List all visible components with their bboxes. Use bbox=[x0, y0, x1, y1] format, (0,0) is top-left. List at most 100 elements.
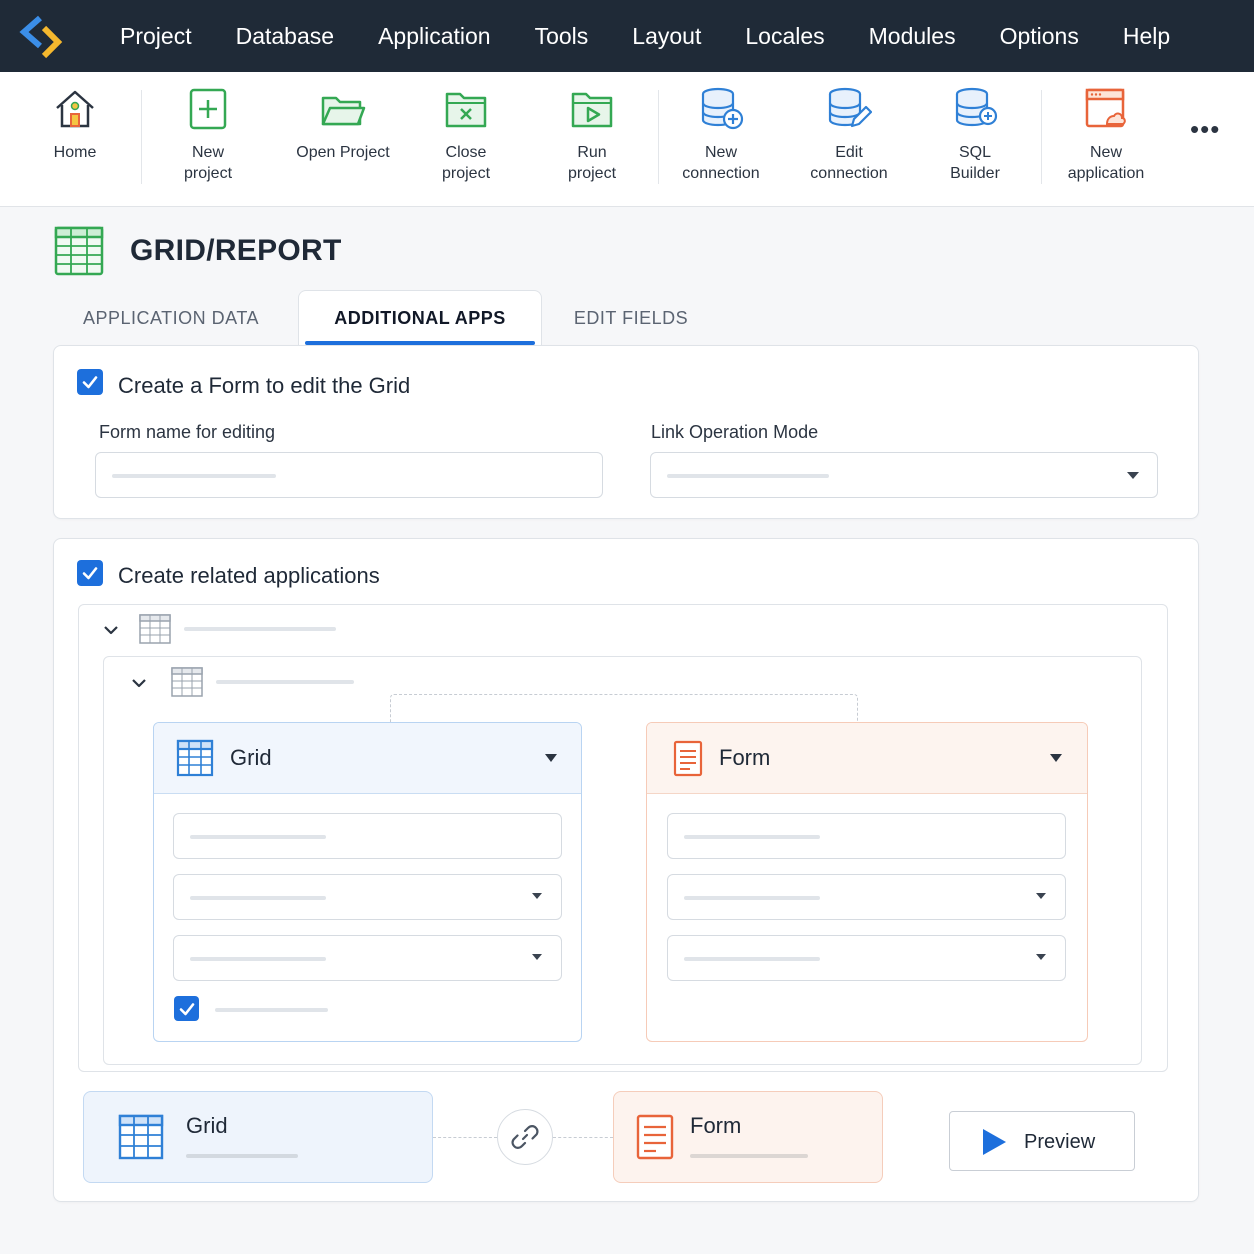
menu-application[interactable]: Application bbox=[356, 0, 513, 72]
close-folder-icon bbox=[445, 92, 487, 128]
placeholder-line bbox=[690, 1154, 808, 1158]
summary-form-card[interactable]: Form bbox=[613, 1091, 883, 1183]
connector-line bbox=[433, 1137, 497, 1138]
placeholder-line bbox=[667, 474, 829, 478]
menu-project[interactable]: Project bbox=[98, 0, 214, 72]
more-options-icon[interactable]: ••• bbox=[1190, 114, 1220, 145]
placeholder-line bbox=[684, 835, 820, 839]
page-title: GRID/REPORT bbox=[130, 234, 342, 267]
new-connection-icon bbox=[701, 87, 744, 130]
grid-card-header[interactable]: Grid bbox=[154, 723, 581, 794]
chevron-down-icon[interactable] bbox=[131, 675, 147, 691]
tab-edit-fields[interactable]: EDIT FIELDS bbox=[556, 290, 706, 346]
new-project-button[interactable]: New project bbox=[143, 86, 273, 184]
new-project-icon bbox=[189, 88, 227, 130]
grid-card: Grid bbox=[153, 722, 582, 1042]
menu-bar: Project Database Application Tools Layou… bbox=[0, 0, 1254, 72]
placeholder-line bbox=[112, 474, 276, 478]
sql-builder-button[interactable]: SQL Builder bbox=[910, 86, 1040, 184]
checkmark-icon bbox=[179, 1002, 194, 1015]
close-project-button[interactable]: Close project bbox=[401, 86, 531, 184]
run-project-button[interactable]: Run project bbox=[527, 86, 657, 184]
tab-additional-apps[interactable]: ADDITIONAL APPS bbox=[298, 290, 542, 346]
grid-select-2[interactable] bbox=[173, 935, 562, 981]
menu-database[interactable]: Database bbox=[214, 0, 356, 72]
sql-builder-label-2: Builder bbox=[950, 165, 1000, 182]
placeholder-line bbox=[190, 957, 326, 961]
create-form-checkbox[interactable] bbox=[77, 369, 103, 395]
checkmark-icon bbox=[82, 376, 98, 389]
summary-grid-title: Grid bbox=[186, 1113, 228, 1138]
menu-tools[interactable]: Tools bbox=[513, 0, 611, 72]
open-folder-icon bbox=[321, 96, 366, 126]
chevron-down-icon bbox=[532, 893, 542, 899]
edit-connection-label-2: connection bbox=[810, 165, 888, 182]
home-button[interactable]: Home bbox=[10, 86, 140, 163]
open-project-button[interactable]: Open Project bbox=[278, 86, 408, 163]
link-button[interactable] bbox=[497, 1109, 553, 1165]
chevron-down-icon bbox=[532, 954, 542, 960]
new-project-label-2: project bbox=[183, 165, 233, 182]
table-icon bbox=[171, 667, 203, 697]
link-mode-select[interactable] bbox=[650, 452, 1158, 498]
link-icon bbox=[511, 1125, 539, 1149]
chevron-down-icon[interactable] bbox=[545, 754, 557, 762]
app-logo-icon[interactable] bbox=[18, 12, 66, 60]
menu-options[interactable]: Options bbox=[978, 0, 1101, 72]
form-name-input-2[interactable] bbox=[667, 813, 1066, 859]
grid-option-checkbox[interactable] bbox=[174, 996, 199, 1021]
menu-help[interactable]: Help bbox=[1101, 0, 1192, 72]
play-icon bbox=[983, 1129, 1006, 1155]
form-icon bbox=[636, 1114, 674, 1160]
edit-connection-button[interactable]: Edit connection bbox=[784, 86, 914, 184]
summary-form-title: Form bbox=[690, 1113, 742, 1138]
placeholder-line bbox=[215, 1008, 328, 1012]
form-name-label: Form name for editing bbox=[99, 422, 276, 442]
run-project-icon bbox=[571, 92, 613, 128]
grid-icon bbox=[118, 1114, 164, 1160]
sql-builder-label-1: SQL bbox=[958, 144, 991, 161]
form-name-input[interactable] bbox=[95, 452, 603, 498]
form-card-title: Form bbox=[719, 745, 771, 770]
grid-name-input[interactable] bbox=[173, 813, 562, 859]
new-connection-label-2: connection bbox=[682, 165, 760, 182]
checkmark-icon bbox=[82, 567, 98, 580]
edit-connection-label-1: Edit bbox=[835, 144, 863, 161]
new-application-icon bbox=[1085, 88, 1126, 128]
form-card-header[interactable]: Form bbox=[647, 723, 1087, 794]
home-label: Home bbox=[53, 144, 97, 161]
new-project-label-1: New bbox=[191, 144, 224, 161]
menu-locales[interactable]: Locales bbox=[723, 0, 846, 72]
grid-icon bbox=[176, 739, 214, 777]
chevron-down-icon[interactable] bbox=[103, 622, 119, 638]
summary-grid-card[interactable]: Grid bbox=[83, 1091, 433, 1183]
toolbar-divider bbox=[141, 90, 142, 184]
create-form-label: Create a Form to edit the Grid bbox=[118, 373, 411, 398]
new-application-button[interactable]: New application bbox=[1041, 86, 1171, 184]
tab-application-data[interactable]: APPLICATION DATA bbox=[66, 290, 276, 346]
tab-additional-apps-label: ADDITIONAL APPS bbox=[334, 308, 506, 328]
grid-select-1[interactable] bbox=[173, 874, 562, 920]
menu-modules[interactable]: Modules bbox=[847, 0, 978, 72]
menu-items: Project Database Application Tools Layou… bbox=[98, 0, 1192, 72]
new-application-label-2: application bbox=[1067, 165, 1145, 182]
sql-builder-icon bbox=[955, 87, 998, 127]
create-related-label: Create related applications bbox=[118, 563, 380, 588]
new-connection-button[interactable]: New connection bbox=[656, 86, 786, 184]
placeholder-line bbox=[216, 680, 354, 684]
placeholder-line bbox=[190, 896, 326, 900]
menu-layout[interactable]: Layout bbox=[610, 0, 723, 72]
edit-connection-icon bbox=[828, 87, 872, 128]
toolbar: Home New project Open Project Close proj… bbox=[0, 72, 1254, 207]
placeholder-line bbox=[186, 1154, 298, 1158]
new-connection-label-1: New bbox=[704, 144, 737, 161]
chevron-down-icon[interactable] bbox=[1050, 754, 1062, 762]
close-project-label-2: project bbox=[441, 165, 491, 182]
form-select-1[interactable] bbox=[667, 874, 1066, 920]
form-select-2[interactable] bbox=[667, 935, 1066, 981]
chevron-down-icon bbox=[1036, 893, 1046, 899]
table-icon bbox=[139, 614, 171, 644]
create-related-checkbox[interactable] bbox=[77, 560, 103, 586]
chevron-down-icon bbox=[1127, 472, 1139, 479]
preview-button[interactable]: Preview bbox=[949, 1111, 1135, 1171]
